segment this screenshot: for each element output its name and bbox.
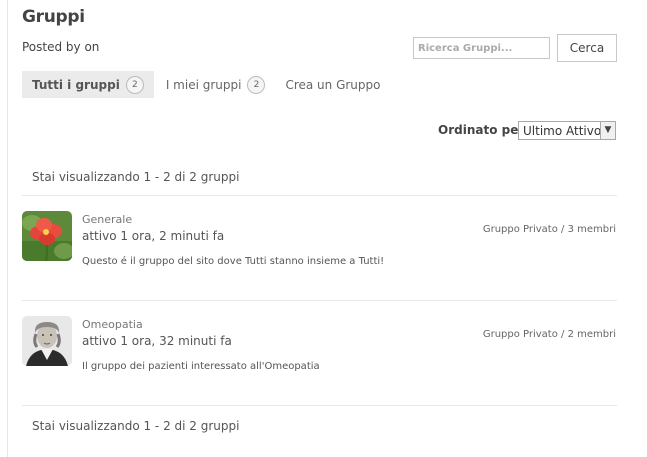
tab-label: Crea un Gruppo [285, 77, 381, 92]
group-description: Il gruppo dei pazienti interessato all'O… [82, 361, 320, 372]
divider [22, 195, 617, 196]
order-select[interactable]: Ultimo Attivo ▼ [518, 121, 616, 140]
order-label: Ordinato per: [438, 123, 530, 137]
group-name-link[interactable]: Generale [82, 213, 132, 226]
order-selected-value: Ultimo Attivo [523, 123, 602, 138]
group-description: Questo é il gruppo del sito dove Tutti s… [82, 256, 385, 267]
search-input[interactable] [413, 37, 550, 59]
pagination-count-bottom: Stai visualizzando 1 - 2 di 2 gruppi [32, 419, 240, 433]
posted-by: Posted by on [22, 40, 100, 54]
tab-count-badge: 2 [125, 75, 144, 94]
search-button[interactable]: Cerca [557, 34, 617, 62]
pagination-count-top: Stai visualizzando 1 - 2 di 2 gruppi [32, 170, 240, 184]
left-border [7, 0, 8, 457]
divider [22, 300, 617, 301]
divider [22, 405, 617, 406]
group-last-active: attivo 1 ora, 2 minuti fa [82, 229, 225, 243]
group-meta: Gruppo Privato / 2 membri [482, 329, 616, 340]
group-last-active: attivo 1 ora, 32 minuti fa [82, 334, 232, 348]
tab-create-group[interactable]: Crea un Gruppo [275, 71, 390, 98]
group-meta: Gruppo Privato / 3 membri [482, 224, 616, 235]
group-name-link[interactable]: Omeopatia [82, 318, 143, 331]
tab-all-groups[interactable]: Tutti i gruppi 2 [22, 71, 154, 98]
tab-label: I miei gruppi [165, 77, 242, 92]
tab-my-groups[interactable]: I miei gruppi 2 [156, 71, 276, 98]
tab-count-badge: 2 [247, 75, 266, 94]
chevron-down-icon: ▼ [600, 122, 615, 139]
group-tabs: Tutti i gruppi 2 I miei gruppi 2 Crea un… [22, 71, 391, 98]
red-flower-icon[interactable] [22, 211, 72, 261]
portrait-icon[interactable] [22, 316, 72, 366]
tab-label: Tutti i gruppi [32, 77, 120, 92]
page-title: Gruppi [22, 7, 85, 27]
